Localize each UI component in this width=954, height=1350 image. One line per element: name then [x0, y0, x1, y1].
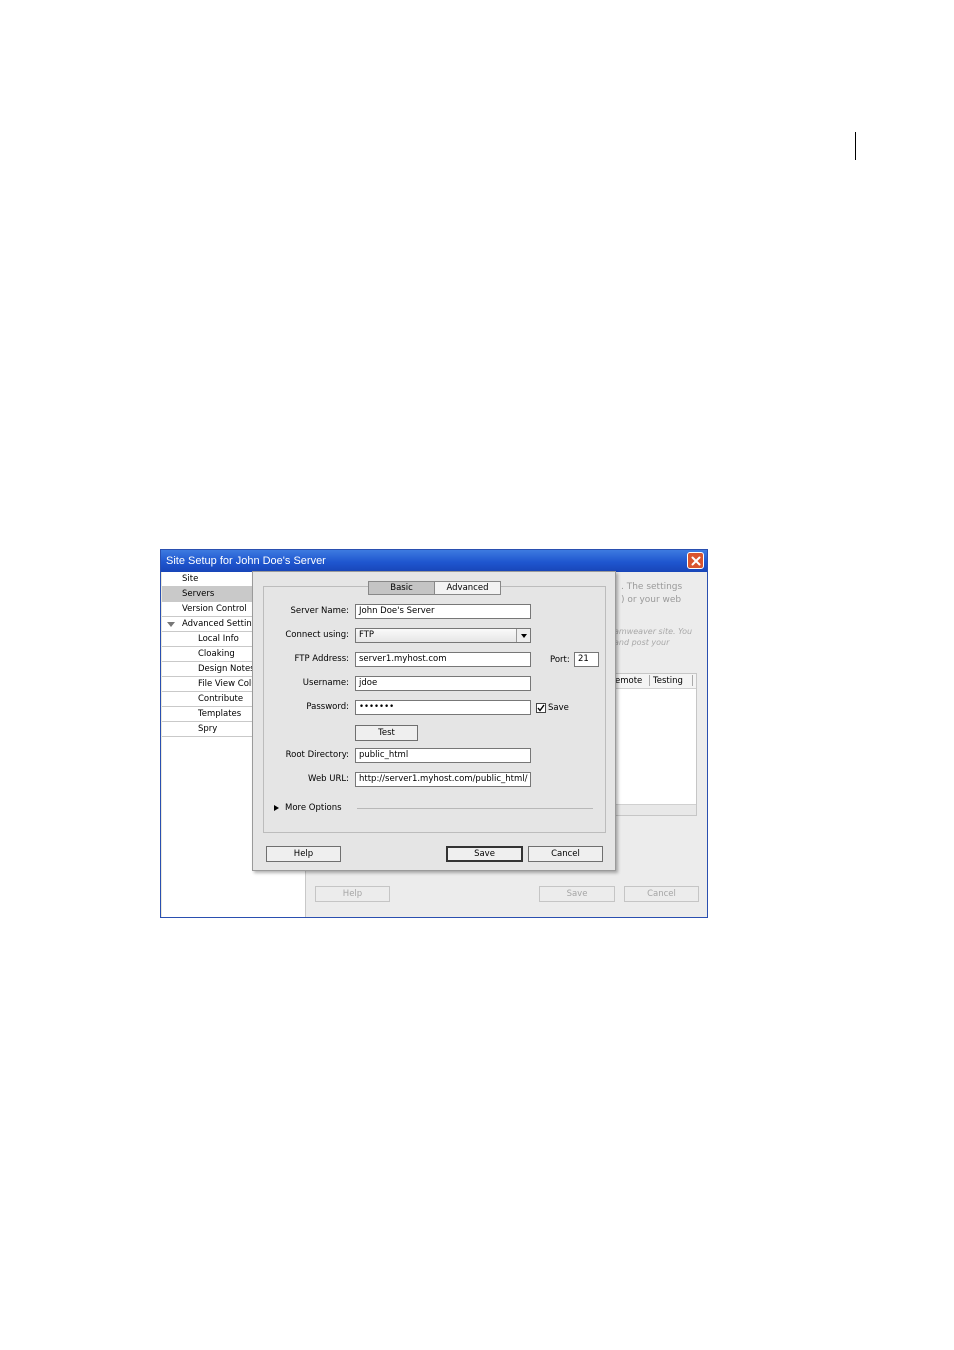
root-directory-field[interactable]: public_html: [355, 748, 531, 763]
server-list-footer: [613, 804, 696, 815]
column-remote[interactable]: emote: [615, 676, 642, 686]
save-password-label: Save: [548, 703, 569, 713]
column-divider: [649, 675, 650, 686]
username-field[interactable]: jdoe: [355, 676, 531, 691]
connect-using-label: Connect using:: [285, 630, 349, 640]
server-name-field[interactable]: John Doe's Server: [355, 604, 531, 619]
save-password-checkbox[interactable]: [536, 703, 546, 713]
password-field[interactable]: •••••••: [355, 700, 531, 715]
panel-info-text: amweaver site. You: [614, 627, 693, 636]
server-name-label: Server Name:: [290, 606, 349, 616]
background-cancel-button[interactable]: Cancel: [624, 886, 699, 902]
tab-basic[interactable]: Basic: [368, 581, 435, 595]
panel-description-text: ) or your web: [621, 595, 682, 605]
cancel-button[interactable]: Cancel: [528, 846, 603, 862]
sidebar-item-label: Local Info: [198, 634, 239, 644]
server-list-header: emote Testing: [613, 674, 696, 689]
title-bar[interactable]: Site Setup for John Doe's Server: [161, 550, 707, 572]
sidebar-item-label: Contribute: [198, 694, 244, 704]
sidebar-item-label: Advanced Settings: [182, 619, 262, 629]
sidebar-item-label: Servers: [182, 589, 215, 599]
sidebar-item-label: Cloaking: [198, 649, 235, 659]
ftp-address-field[interactable]: server1.myhost.com: [355, 652, 531, 667]
port-label: Port:: [550, 655, 570, 665]
help-button[interactable]: Help: [266, 846, 341, 862]
background-help-button[interactable]: Help: [315, 886, 390, 902]
page-margin-rule: [855, 132, 856, 160]
username-label: Username:: [302, 678, 349, 688]
port-field[interactable]: 21: [574, 652, 599, 667]
tab-advanced[interactable]: Advanced: [434, 581, 501, 595]
ftp-address-label: FTP Address:: [294, 654, 349, 664]
panel-info-text: and post your: [614, 638, 670, 647]
close-icon: [691, 556, 700, 565]
server-list[interactable]: emote Testing: [612, 673, 697, 816]
server-settings-dialog: Basic Advanced Server Name: John Doe's S…: [252, 571, 616, 871]
more-options-toggle[interactable]: More Options: [285, 803, 342, 813]
root-directory-label: Root Directory:: [285, 750, 349, 760]
expand-triangle-icon[interactable]: [274, 805, 279, 811]
column-testing[interactable]: Testing: [653, 676, 683, 686]
web-url-field[interactable]: http://server1.myhost.com/public_html/: [355, 772, 531, 787]
window-title: Site Setup for John Doe's Server: [166, 555, 326, 567]
column-divider: [692, 675, 693, 686]
web-url-label: Web URL:: [308, 774, 349, 784]
divider: [357, 808, 593, 809]
dropdown-arrow-icon[interactable]: [516, 629, 530, 642]
sidebar-item-label: Templates: [198, 709, 242, 719]
save-button[interactable]: Save: [446, 846, 523, 862]
test-button[interactable]: Test: [355, 725, 418, 741]
sidebar-item-label: Site: [182, 574, 199, 584]
panel-description-text: . The settings: [621, 582, 683, 592]
checkmark-icon: [537, 704, 545, 712]
close-button[interactable]: [687, 552, 704, 569]
sidebar-item-label: Design Notes: [198, 664, 255, 674]
sidebar-item-label: Spry: [198, 724, 218, 734]
connect-using-value: FTP: [359, 630, 375, 640]
expand-triangle-icon[interactable]: [167, 622, 175, 627]
background-save-button[interactable]: Save: [539, 886, 615, 902]
password-label: Password:: [306, 702, 349, 712]
connect-using-select[interactable]: FTP: [355, 628, 531, 643]
sidebar-item-label: Version Control: [182, 604, 247, 614]
